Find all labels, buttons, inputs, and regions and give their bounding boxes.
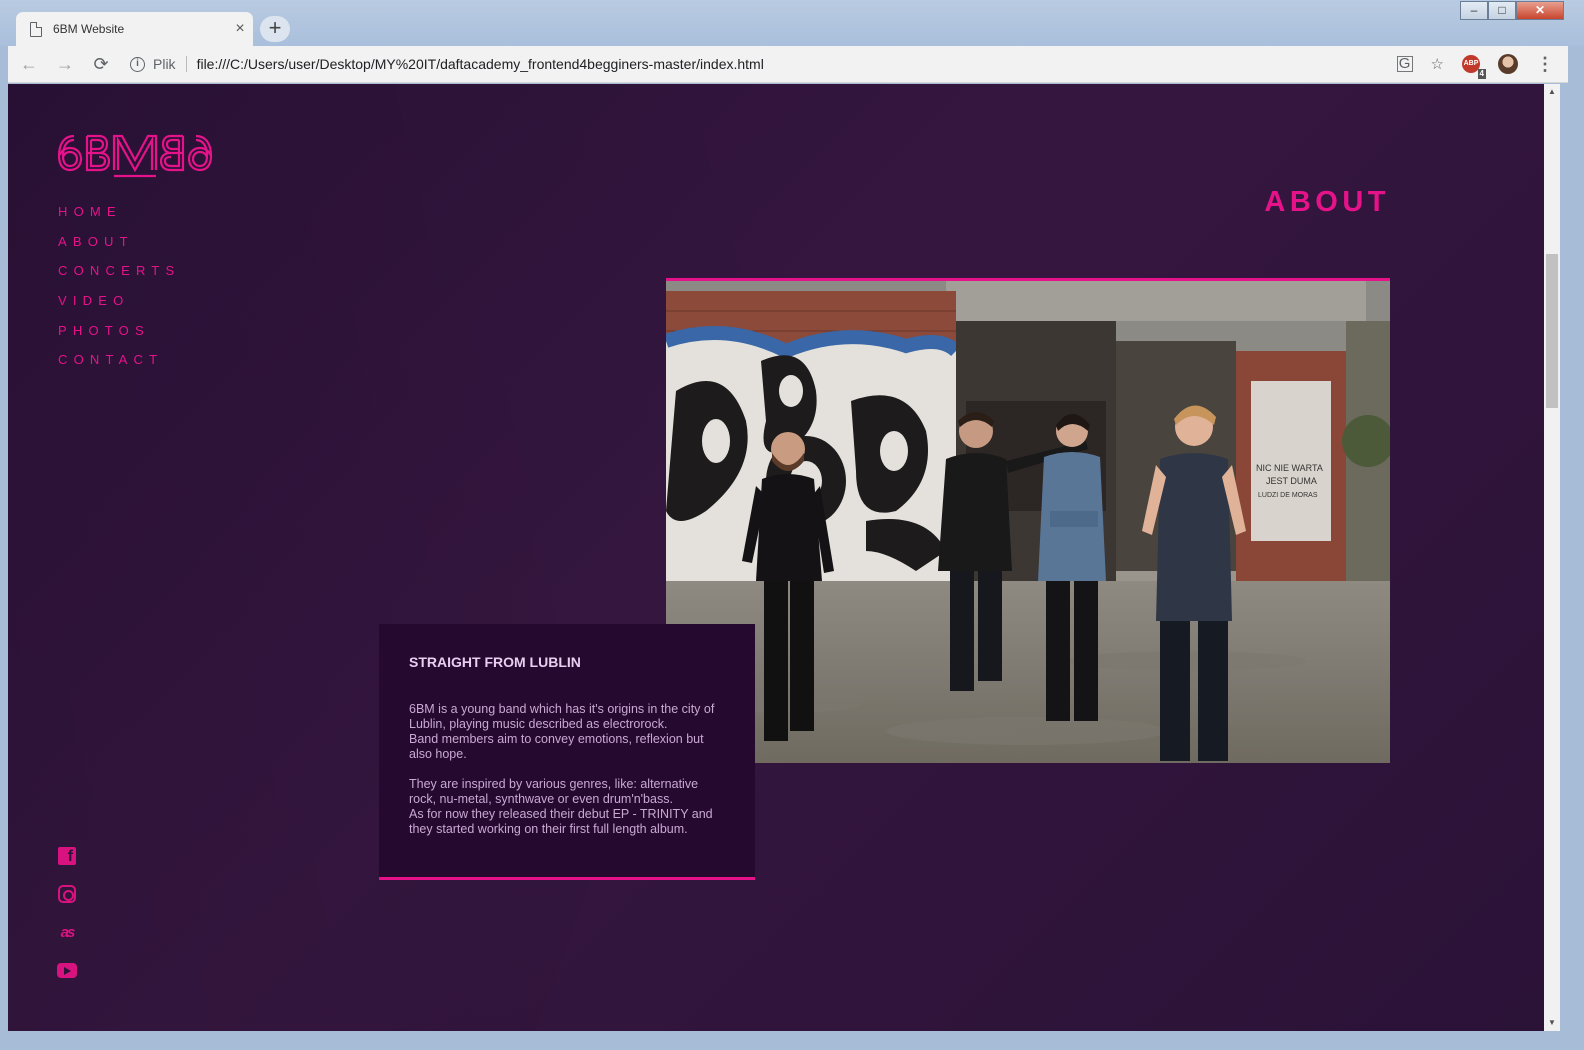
nav-video[interactable]: VIDEO xyxy=(58,293,180,323)
page-icon xyxy=(30,21,42,37)
nav-contact[interactable]: CONTACT xyxy=(58,352,180,382)
window-bottom-frame xyxy=(0,1031,1584,1050)
p2-line-4: they started working on their first full… xyxy=(409,822,688,836)
graffiti-text-1: NIC NIE WARTA xyxy=(1256,463,1323,473)
facebook-icon: f xyxy=(58,847,76,865)
maximize-button[interactable]: □ xyxy=(1488,1,1516,20)
url-text[interactable]: file:///C:/Users/user/Desktop/MY%20IT/da… xyxy=(197,56,764,72)
browser-menu-icon[interactable]: ⋮ xyxy=(1536,54,1554,75)
translate-icon[interactable]: G xyxy=(1396,56,1413,72)
section-title: ABOUT xyxy=(1264,186,1390,218)
tab-close-button[interactable]: × xyxy=(227,20,253,38)
page-scrollbar[interactable]: ▲ ▼ xyxy=(1544,84,1560,1031)
instagram-link[interactable] xyxy=(57,884,77,904)
window-close-button[interactable]: ✕ xyxy=(1516,1,1564,20)
facebook-link[interactable]: f xyxy=(57,846,77,866)
p1-line-4: also hope. xyxy=(409,747,467,761)
scroll-thumb[interactable] xyxy=(1546,254,1558,408)
new-tab-button[interactable]: + xyxy=(260,16,290,42)
adblock-label: ABP xyxy=(1463,60,1479,67)
adblock-badge: 4 xyxy=(1477,69,1486,79)
about-text-box: STRAIGHT FROM LUBLIN 6BM is a young band… xyxy=(379,624,755,880)
tab-title: 6BM Website xyxy=(53,22,125,36)
info-icon[interactable]: i xyxy=(130,56,145,72)
lastfm-link[interactable]: as xyxy=(57,922,77,942)
scheme-label: Plik xyxy=(153,56,187,72)
toolbar-actions: G ☆ ABP 4 ⋮ xyxy=(1379,54,1554,79)
browser-tab[interactable]: 6BM Website × xyxy=(16,12,253,46)
youtube-link[interactable] xyxy=(57,960,77,980)
p2-line-1: They are inspired by various genres, lik… xyxy=(409,777,699,791)
youtube-icon xyxy=(57,962,77,978)
title-bar: 6BM Website × + – □ ✕ xyxy=(0,0,1584,46)
about-paragraph-1: 6BM is a young band which has it's origi… xyxy=(409,702,725,762)
window-controls: – □ ✕ xyxy=(1460,1,1564,21)
main-nav: HOME ABOUT CONCERTS VIDEO PHOTOS CONTACT xyxy=(58,204,180,382)
graffiti-text-3: LUDZI DE MORAS xyxy=(1258,492,1318,499)
profile-avatar[interactable] xyxy=(1498,54,1518,74)
instagram-icon xyxy=(58,885,76,903)
browser-toolbar: ← → ⟳ i Plik file:///C:/Users/user/Deskt… xyxy=(8,46,1568,83)
adblock-icon[interactable]: ABP 4 xyxy=(1462,55,1486,79)
page-viewport: HOME ABOUT CONCERTS VIDEO PHOTOS CONTACT… xyxy=(8,84,1544,1031)
lastfm-icon: as xyxy=(60,923,76,941)
forward-button[interactable]: → xyxy=(50,49,80,79)
about-box-heading: STRAIGHT FROM LUBLIN xyxy=(409,654,581,670)
p1-line-2: Lublin, playing music described as elect… xyxy=(409,717,668,731)
minimize-button[interactable]: – xyxy=(1460,1,1488,20)
band-photo: NIC NIE WARTA JEST DUMA LUDZI DE MORAS xyxy=(666,278,1390,763)
reload-button[interactable]: ⟳ xyxy=(86,49,116,79)
p2-line-2: rock, nu-metal, synthwave or even drum'n… xyxy=(409,792,673,806)
p2-line-3: As for now they released their debut EP … xyxy=(409,807,713,821)
nav-concerts[interactable]: CONCERTS xyxy=(58,263,180,293)
p1-line-1: 6BM is a young band which has it's origi… xyxy=(409,702,715,716)
graffiti-text-2: JEST DUMA xyxy=(1266,476,1317,486)
social-links: f as xyxy=(57,846,77,998)
scroll-up-arrow[interactable]: ▲ xyxy=(1544,84,1560,100)
back-button[interactable]: ← xyxy=(14,49,44,79)
browser-window: 6BM Website × + – □ ✕ ← → ⟳ i Plik file:… xyxy=(0,0,1584,1050)
nav-photos[interactable]: PHOTOS xyxy=(58,323,180,353)
band-photo-illustration: NIC NIE WARTA JEST DUMA LUDZI DE MORAS xyxy=(666,281,1390,763)
site-logo[interactable] xyxy=(56,130,216,180)
about-paragraph-2: They are inspired by various genres, lik… xyxy=(409,777,725,837)
nav-home[interactable]: HOME xyxy=(58,204,180,234)
bookmark-star-icon[interactable]: ☆ xyxy=(1431,55,1444,73)
nav-about[interactable]: ABOUT xyxy=(58,234,180,264)
address-bar[interactable]: i Plik file:///C:/Users/user/Desktop/MY%… xyxy=(130,50,1379,78)
scroll-down-arrow[interactable]: ▼ xyxy=(1544,1015,1560,1031)
p1-line-3: Band members aim to convey emotions, ref… xyxy=(409,732,704,746)
